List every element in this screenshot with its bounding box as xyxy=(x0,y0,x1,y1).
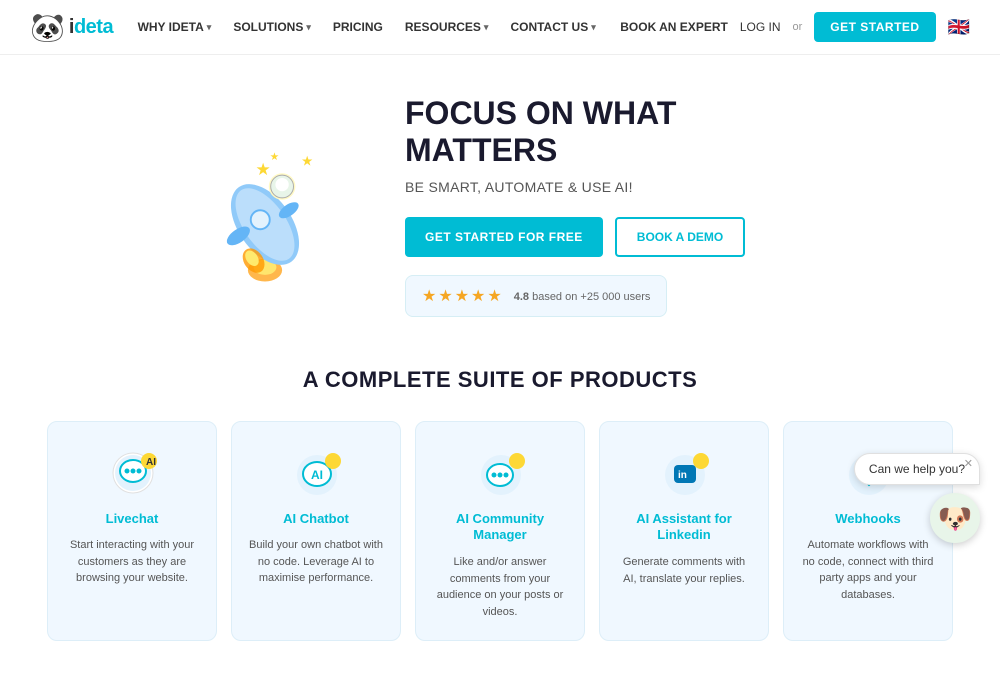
logo-text: ideta xyxy=(69,16,113,39)
product-name-community: AI Community Manager xyxy=(432,511,568,545)
nav-link-pricing[interactable]: PRICING xyxy=(333,20,383,34)
hero-section: ★ ★ ★ FOCUS ON WHAT MATTERS BE SMART, AU… xyxy=(0,55,1000,347)
product-name-chatbot: AI Chatbot xyxy=(283,511,349,528)
linkedin-icon: in xyxy=(654,446,714,501)
chat-bubble-text: Can we help you? xyxy=(869,462,965,476)
community-icon xyxy=(470,446,530,501)
nav-links: WHY IDETA▾ SOLUTIONS▾ PRICING RESOURCES▾ CON… xyxy=(138,20,596,34)
product-desc-webhooks: Automate workflows with no code, connect… xyxy=(800,537,936,603)
product-desc-livechat: Start interacting with your customers as… xyxy=(64,537,200,587)
logo-panda-icon: 🐼 xyxy=(30,11,65,44)
stars-display: ★★★★★ xyxy=(422,286,504,306)
nav-link-why-ideta[interactable]: WHY IDETA▾ xyxy=(138,20,212,34)
nav-or-text: or xyxy=(793,21,803,33)
product-desc-chatbot: Build your own chatbot with no code. Lev… xyxy=(248,537,384,587)
chevron-down-icon: ▾ xyxy=(207,22,212,33)
product-card-linkedin[interactable]: in AI Assistant for Linkedin Generate com… xyxy=(599,421,769,642)
chat-close-icon[interactable]: ✕ xyxy=(964,457,973,470)
navbar: 🐼 ideta WHY IDETA▾ SOLUTIONS▾ PRICING RESOU… xyxy=(0,0,1000,55)
product-desc-community: Like and/or answer comments from your au… xyxy=(432,554,568,620)
chat-widget: ✕ Can we help you? 🐶 xyxy=(854,453,980,543)
svg-text:★: ★ xyxy=(270,152,279,163)
star-icons: ★★★★★ xyxy=(422,288,504,305)
chevron-down-icon: ▾ xyxy=(306,22,311,33)
svg-text:AI: AI xyxy=(146,457,156,468)
get-started-nav-button[interactable]: GET STARTED xyxy=(814,12,935,42)
livechat-icon: AI xyxy=(102,446,162,501)
hero-buttons: GET STARTED FOR FREE BOOK A DEMO xyxy=(405,217,835,257)
svg-text:★: ★ xyxy=(256,160,271,179)
hero-illustration: ★ ★ ★ xyxy=(165,126,365,286)
svg-text:AI: AI xyxy=(311,468,323,482)
hero-subtitle: BE SMART, AUTOMATE & USE AI! xyxy=(405,179,835,195)
svg-text:in: in xyxy=(678,470,687,481)
product-desc-linkedin: Generate comments with AI, translate you… xyxy=(616,554,752,587)
products-title: A COMPLETE SUITE OF PRODUCTS xyxy=(40,367,960,393)
nav-right: BOOK AN EXPERT LOG IN or GET STARTED 🇬🇧 xyxy=(620,12,970,42)
product-card-livechat[interactable]: AI Livechat Start interacting with your c… xyxy=(47,421,217,642)
hero-content: FOCUS ON WHAT MATTERS BE SMART, AUTOMATE… xyxy=(405,95,835,317)
products-grid: AI Livechat Start interacting with your c… xyxy=(40,421,960,642)
logo-deta: deta xyxy=(74,16,113,38)
product-card-community[interactable]: AI Community Manager Like and/or answer c… xyxy=(415,421,585,642)
chevron-down-icon: ▾ xyxy=(484,22,489,33)
rating-box: ★★★★★ 4.8 based on +25 000 users xyxy=(405,275,667,317)
chat-avatar[interactable]: 🐶 xyxy=(930,493,980,543)
product-card-chatbot[interactable]: AI AI Chatbot Build your own chatbot with… xyxy=(231,421,401,642)
get-started-free-button[interactable]: GET STARTED FOR FREE xyxy=(405,217,603,257)
nav-link-contact-us[interactable]: CONTACT US▾ xyxy=(510,20,595,34)
product-name-livechat: Livechat xyxy=(106,511,159,528)
chatbot-icon: AI xyxy=(286,446,346,501)
chevron-down-icon: ▾ xyxy=(591,22,596,33)
rating-text: 4.8 based on +25 000 users xyxy=(514,291,651,303)
svg-text:★: ★ xyxy=(301,154,313,169)
products-section: A COMPLETE SUITE OF PRODUCTS AI Livechat… xyxy=(0,347,1000,681)
login-link[interactable]: LOG IN xyxy=(740,20,781,34)
hero-title: FOCUS ON WHAT MATTERS xyxy=(405,95,835,169)
logo[interactable]: 🐼 ideta xyxy=(30,11,113,44)
language-flag-icon[interactable]: 🇬🇧 xyxy=(948,17,970,38)
product-name-linkedin: AI Assistant for Linkedin xyxy=(616,511,752,545)
rating-info: 4.8 based on +25 000 users xyxy=(514,287,651,305)
nav-link-resources[interactable]: RESOURCES▾ xyxy=(405,20,489,34)
rocket-svg-icon: ★ ★ ★ xyxy=(170,128,360,283)
book-demo-button[interactable]: BOOK A DEMO xyxy=(615,217,745,257)
chat-bubble[interactable]: ✕ Can we help you? xyxy=(854,453,980,485)
book-expert-link[interactable]: BOOK AN EXPERT xyxy=(620,20,728,34)
chat-avatar-emoji: 🐶 xyxy=(938,502,973,535)
nav-link-solutions[interactable]: SOLUTIONS▾ xyxy=(233,20,311,34)
